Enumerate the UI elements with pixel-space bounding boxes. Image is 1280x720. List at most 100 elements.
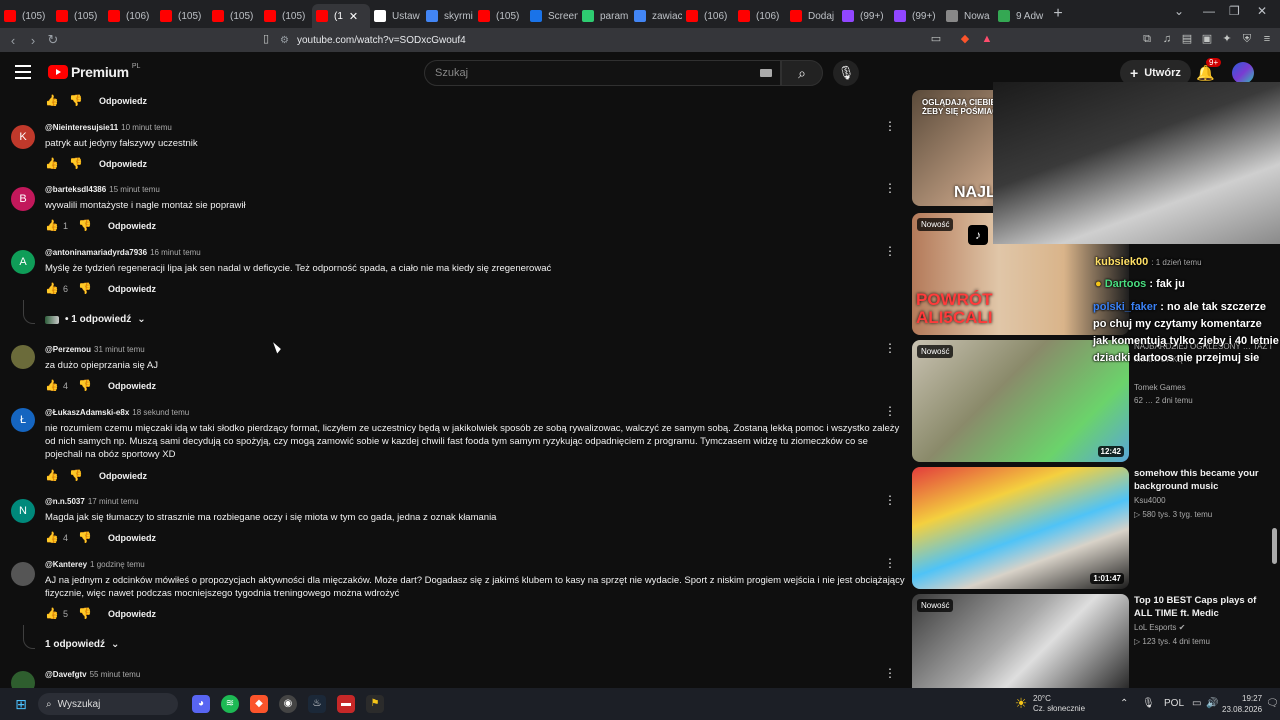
browser-tab[interactable]: (105)	[0, 4, 52, 28]
menu-icon[interactable]: ≡	[1260, 32, 1274, 46]
hamburger-menu-icon[interactable]	[15, 65, 31, 79]
microphone-icon[interactable]: 🎙	[1142, 698, 1155, 709]
like-icon[interactable]: 👍	[45, 282, 59, 296]
keyboard-icon[interactable]	[760, 69, 772, 77]
dislike-icon[interactable]: 👎	[69, 94, 83, 108]
video-channel[interactable]: Tomek Games	[1134, 383, 1186, 392]
media-icon[interactable]: ♫	[1160, 32, 1174, 46]
weather-widget[interactable]: 20°C Cz. słonecznie	[1033, 694, 1085, 714]
page-scrollbar[interactable]	[1272, 528, 1277, 564]
reply-button[interactable]: Odpowiedz	[108, 221, 156, 231]
comment-menu-icon[interactable]: ⋮	[884, 556, 896, 570]
maximize-icon[interactable]: ❐	[1229, 4, 1240, 18]
reload-icon[interactable]: ↻	[43, 32, 63, 48]
like-icon[interactable]: 👍	[45, 607, 59, 621]
avatar[interactable]	[11, 345, 35, 369]
reply-button[interactable]: Odpowiedz	[108, 533, 156, 543]
reply-button[interactable]: Odpowiedz	[108, 381, 156, 391]
language-indicator[interactable]: POL	[1164, 698, 1184, 709]
browser-tab[interactable]: Nowa	[942, 4, 994, 28]
browser-tab[interactable]: (105)	[52, 4, 104, 28]
notification-center-icon[interactable]: 🗨	[1266, 698, 1279, 709]
browser-tab[interactable]: (105)	[474, 4, 526, 28]
tab-search-icon[interactable]: ⌄	[1174, 4, 1184, 18]
dislike-icon[interactable]: 👎	[69, 157, 83, 171]
dislike-icon[interactable]: 👎	[78, 531, 92, 545]
bookmark-icon[interactable]: ▯	[259, 32, 273, 46]
browser-tab[interactable]: (105)	[156, 4, 208, 28]
app-icon[interactable]: ▬	[337, 695, 355, 713]
browser-tab[interactable]: skyrmi	[422, 4, 474, 28]
tray-chevron-icon[interactable]: ⌃	[1120, 698, 1128, 709]
browser-tab[interactable]: (106)	[104, 4, 156, 28]
dislike-icon[interactable]: 👎	[69, 469, 83, 483]
comment-author[interactable]: @Davefgtv	[45, 670, 87, 679]
show-replies-button[interactable]: 1 odpowiedź ⌄	[45, 639, 119, 650]
like-icon[interactable]: 👍	[45, 531, 59, 545]
sidebar-video-thumbnail[interactable]: 1:01:47	[912, 467, 1129, 589]
browser-tab[interactable]: (106)	[682, 4, 734, 28]
reply-button[interactable]: Odpowiedz	[99, 159, 147, 169]
close-tab-icon[interactable]: ✕	[349, 10, 358, 23]
browser-tab[interactable]: (99+)	[890, 4, 942, 28]
comment-author[interactable]: @Perzemou	[45, 345, 91, 354]
browser-tab[interactable]: param	[578, 4, 630, 28]
comment-time[interactable]: 55 minut temu	[90, 670, 141, 679]
avatar[interactable]: N	[11, 499, 35, 523]
search-button[interactable]: ⌕	[781, 60, 823, 86]
comment-menu-icon[interactable]: ⋮	[884, 341, 896, 355]
extensions-icon[interactable]: ⧉	[1140, 32, 1154, 46]
video-channel[interactable]: Ksu4000	[1134, 496, 1166, 505]
comment-menu-icon[interactable]: ⋮	[884, 666, 896, 680]
system-clock[interactable]: 19:27 23.08.2026	[1222, 693, 1262, 715]
network-icon[interactable]: ▭	[1192, 698, 1201, 709]
browser-tab[interactable]: (1 ✕	[312, 4, 370, 28]
comment-time[interactable]: 31 minut temu	[94, 345, 145, 354]
video-channel[interactable]: LoL Esports ✔	[1134, 623, 1185, 632]
avatar[interactable]: B	[11, 187, 35, 211]
comment-time[interactable]: 1 godzinę temu	[90, 560, 145, 569]
discord-icon[interactable]: ◕	[192, 695, 210, 713]
video-title[interactable]: somehow this became your background musi…	[1134, 467, 1274, 493]
obs-icon[interactable]: ◉	[279, 695, 297, 713]
comment-time[interactable]: 15 minut temu	[109, 185, 160, 194]
comment-author[interactable]: @Nieinteresujsie11	[45, 123, 118, 132]
like-icon[interactable]: 👍	[45, 94, 59, 108]
browser-tab[interactable]: zawiac	[630, 4, 682, 28]
like-icon[interactable]: 👍	[45, 469, 59, 483]
comment-menu-icon[interactable]: ⋮	[884, 244, 896, 258]
comment-menu-icon[interactable]: ⋮	[884, 404, 896, 418]
forward-icon[interactable]: ›	[23, 33, 43, 48]
dislike-icon[interactable]: 👎	[78, 219, 92, 233]
volume-icon[interactable]: 🔊	[1206, 698, 1218, 709]
dislike-icon[interactable]: 👎	[78, 607, 92, 621]
taskbar-search[interactable]: ⌕ Wyszukaj	[38, 693, 178, 715]
leo-ai-icon[interactable]: ✦	[1220, 32, 1234, 46]
video-title[interactable]: Top 10 BEST Caps plays of ALL TIME ft. M…	[1134, 594, 1274, 620]
avatar[interactable]	[11, 562, 35, 586]
reply-button[interactable]: Odpowiedz	[108, 609, 156, 619]
comment-menu-icon[interactable]: ⋮	[884, 181, 896, 195]
browser-tab[interactable]: Ustaw	[370, 4, 422, 28]
back-icon[interactable]: ‹	[3, 33, 23, 48]
account-avatar[interactable]	[1232, 62, 1254, 84]
comment-author[interactable]: @Kanterey	[45, 560, 87, 569]
browser-tab[interactable]: (99+)	[838, 4, 890, 28]
brave-rewards-icon[interactable]: ▲	[980, 32, 994, 46]
minimize-icon[interactable]: —	[1203, 4, 1215, 18]
dislike-icon[interactable]: 👎	[78, 282, 92, 296]
avatar[interactable]: K	[11, 125, 35, 149]
comment-menu-icon[interactable]: ⋮	[884, 119, 896, 133]
comment-author[interactable]: @antoninamariadyrda7936	[45, 248, 147, 257]
browser-tab[interactable]: (106)	[734, 4, 786, 28]
steam-icon[interactable]: ♨	[308, 695, 326, 713]
browser-tab[interactable]: Screen	[526, 4, 578, 28]
new-tab-icon[interactable]: +	[1046, 5, 1070, 23]
spotify-icon[interactable]: ≋	[221, 695, 239, 713]
close-window-icon[interactable]: ✕	[1257, 4, 1267, 18]
comment-author[interactable]: @ŁukaszAdamski-e8x	[45, 408, 129, 417]
search-input[interactable]: Szukaj	[424, 60, 781, 86]
avatar[interactable]: Ł	[11, 408, 35, 432]
sidebar-icon[interactable]: ▤	[1180, 32, 1194, 46]
like-icon[interactable]: 👍	[45, 157, 59, 171]
